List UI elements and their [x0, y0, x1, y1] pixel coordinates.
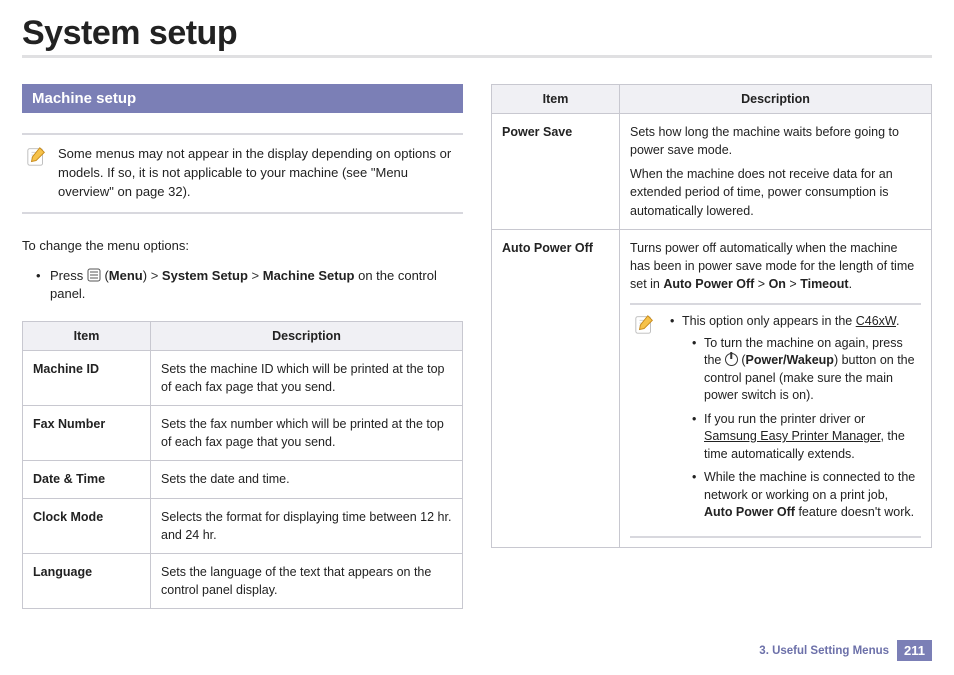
- table-row: Auto Power Off Turns power off automatic…: [492, 229, 932, 547]
- item-cell: Clock Mode: [23, 498, 151, 553]
- col-header-description: Description: [620, 85, 932, 114]
- power-icon: [725, 353, 738, 366]
- table-row: Machine IDSets the machine ID which will…: [23, 350, 463, 405]
- intro-text: To change the menu options:: [22, 238, 463, 253]
- item-cell: Machine ID: [23, 350, 151, 405]
- note-text: (: [738, 353, 746, 367]
- note-sub-bullet: If you run the printer driver or Samsung…: [692, 411, 917, 464]
- pencil-note-icon: [634, 313, 656, 335]
- col-header-item: Item: [23, 321, 151, 350]
- step-prefix: Press: [50, 268, 87, 283]
- item-cell: Fax Number: [23, 406, 151, 461]
- path-segment: Timeout: [800, 277, 848, 291]
- col-header-description: Description: [151, 321, 463, 350]
- desc-line: Sets how long the machine waits before g…: [630, 123, 921, 159]
- desc-cell: Turns power off automatically when the m…: [620, 229, 932, 547]
- menu-icon: [87, 268, 101, 282]
- note-text: .: [896, 314, 899, 328]
- inner-note-box: This option only appears in the C46xW. T…: [630, 303, 921, 538]
- step-list: Press (Menu) > System Setup > Machine Se…: [22, 267, 463, 303]
- note-sub-bullet: While the machine is connected to the ne…: [692, 469, 917, 522]
- desc-cell: Sets how long the machine waits before g…: [620, 114, 932, 230]
- note-text: This option only appears in the: [682, 314, 856, 328]
- table-row: Fax NumberSets the fax number which will…: [23, 406, 463, 461]
- item-cell: Language: [23, 553, 151, 608]
- item-cell: Power Save: [492, 114, 620, 230]
- page-number-badge: 211: [897, 640, 932, 661]
- desc-cell: Sets the language of the text that appea…: [151, 553, 463, 608]
- chapter-label: 3. Useful Setting Menus: [759, 645, 889, 657]
- note-text: If you run the printer driver or: [704, 412, 865, 426]
- item-cell: Date & Time: [23, 461, 151, 498]
- note-text: feature doesn't work.: [795, 505, 914, 519]
- breadcrumb-level2: Machine Setup: [263, 268, 355, 283]
- step-item: Press (Menu) > System Setup > Machine Se…: [36, 267, 463, 303]
- note-box: Some menus may not appear in the display…: [22, 133, 463, 214]
- settings-table-left: Item Description Machine IDSets the mach…: [22, 321, 463, 609]
- note-bullet: This option only appears in the C46xW. T…: [670, 313, 917, 522]
- settings-table-right: Item Description Power Save Sets how lon…: [491, 84, 932, 548]
- desc-cell: Sets the machine ID which will be printe…: [151, 350, 463, 405]
- path-segment: Auto Power Off: [663, 277, 754, 291]
- breadcrumb-separator: >: [147, 268, 162, 283]
- table-row: Date & TimeSets the date and time.: [23, 461, 463, 498]
- model-link[interactable]: C46xW: [856, 314, 896, 328]
- note-text: While the machine is connected to the ne…: [704, 470, 915, 502]
- note-text: Some menus may not appear in the display…: [58, 145, 455, 202]
- right-column: Item Description Power Save Sets how lon…: [491, 84, 932, 609]
- breadcrumb-separator: >: [248, 268, 263, 283]
- table-row: Power Save Sets how long the machine wai…: [492, 114, 932, 230]
- feature-name: Auto Power Off: [704, 505, 795, 519]
- table-row: Clock ModeSelects the format for display…: [23, 498, 463, 553]
- pencil-note-icon: [26, 145, 48, 167]
- left-column: Machine setup Some menus may not appear …: [22, 84, 463, 609]
- page-title: System setup: [22, 14, 932, 58]
- desc-cell: Sets the date and time.: [151, 461, 463, 498]
- breadcrumb-level1: System Setup: [162, 268, 248, 283]
- desc-cell: Selects the format for displaying time b…: [151, 498, 463, 553]
- table-row: LanguageSets the language of the text th…: [23, 553, 463, 608]
- note-sub-bullet: To turn the machine on again, press the …: [692, 335, 917, 405]
- section-heading-machine-setup: Machine setup: [22, 84, 463, 113]
- page-footer: 3. Useful Setting Menus 211: [759, 640, 932, 661]
- item-cell: Auto Power Off: [492, 229, 620, 547]
- power-wakeup-label: Power/Wakeup: [746, 353, 834, 367]
- software-link[interactable]: Samsung Easy Printer Manager: [704, 429, 880, 443]
- desc-cell: Sets the fax number which will be printe…: [151, 406, 463, 461]
- path-segment: On: [769, 277, 786, 291]
- desc-line: When the machine does not receive data f…: [630, 165, 921, 219]
- menu-label: Menu: [109, 268, 143, 283]
- col-header-item: Item: [492, 85, 620, 114]
- content-columns: Machine setup Some menus may not appear …: [22, 84, 932, 609]
